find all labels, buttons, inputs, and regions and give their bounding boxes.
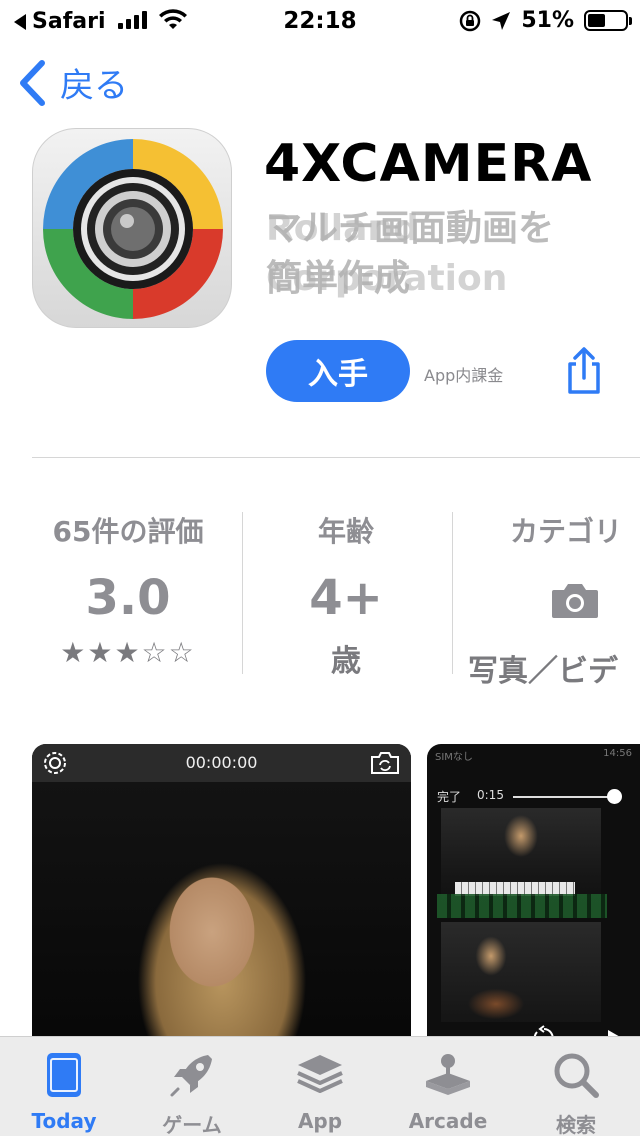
tab-label: App [297,1109,343,1133]
tab-label: Today [31,1109,97,1133]
get-button[interactable]: 入手 [266,340,410,402]
layers-icon [297,1055,343,1093]
info-separator [452,512,453,674]
category-info[interactable]: カテゴリ 写真／ビデ [468,510,640,690]
age-info: 年齢 4+ 歳 [255,510,437,680]
playback-controls: 完了 0:15 [427,770,640,810]
screenshot-statusbar: SIMなし 14:56 [427,744,640,766]
subtitle-line1: マルチ画面動画を [266,208,555,249]
chevron-left-icon [20,59,45,106]
tab-apps[interactable]: App [256,1037,384,1136]
screenshot-camera-topbar: 00:00:00 [32,744,411,782]
performer-photo [32,782,411,1054]
camera-lens-logo-icon [43,139,223,319]
switch-camera-icon [371,752,399,774]
camera-icon [552,584,598,618]
info-separator [242,512,243,674]
tab-label: 検索 [556,1113,596,1136]
done-label: 完了 [437,790,462,804]
age-value: 4+ [309,570,383,626]
section-divider [32,457,640,458]
tab-bar: Today ゲーム App Arcade 検索 [0,1036,640,1136]
rating-stars: ★★★☆☆ [60,636,196,669]
app-subtitle: Rolland Corporation マルチ画面動画を 簡単作成 [266,204,596,304]
app-icon [32,128,232,328]
screenshot-clock: 14:56 [603,748,632,759]
battery-icon [584,10,632,31]
pad-controller-graphic [437,894,607,918]
rating-value: 3.0 [85,570,171,626]
age-label: 年齢 [317,515,374,548]
recording-timer: 00:00:00 [185,753,258,772]
subtitle-line2: 簡単作成 [266,258,411,299]
ratings-label: 65件の評価 [52,515,204,548]
app-title: 4XCAMERA [264,134,593,194]
today-icon [47,1053,81,1097]
category-label: カテゴリ [510,515,623,548]
screenshot-carrier: SIMなし [435,752,473,763]
share-icon[interactable] [562,346,606,396]
status-bar: Safari 22:18 51% [0,0,640,40]
rocket-icon [170,1055,212,1097]
tab-label: Arcade [408,1109,488,1133]
screenshot-1[interactable]: 00:00:00 [32,744,411,1054]
playback-knob [607,789,622,804]
category-value: 写真／ビデ [468,654,618,689]
playback-track [513,796,613,798]
orientation-lock-icon [460,10,481,31]
battery-percent: 51% [521,8,574,33]
playback-time: 0:15 [477,788,504,802]
tab-arcade[interactable]: Arcade [384,1037,512,1136]
tab-label: ゲーム [162,1113,222,1136]
back-button[interactable]: 戻る [18,58,128,107]
search-icon [554,1053,599,1098]
joystick-icon [426,1054,470,1095]
in-app-purchase-label: App内課金 [424,366,504,385]
guitar-player-video [441,922,601,1022]
ratings-info[interactable]: 65件の評価 3.0 ★★★☆☆ [32,510,224,669]
age-unit: 歳 [331,644,361,679]
screenshot-2[interactable]: SIMなし 14:56 完了 0:15 15 [427,744,640,1054]
back-label: 戻る [60,66,128,106]
tab-games[interactable]: ゲーム [128,1037,256,1136]
tab-today[interactable]: Today [0,1037,128,1136]
tab-search[interactable]: 検索 [512,1037,640,1136]
location-icon [492,11,511,30]
